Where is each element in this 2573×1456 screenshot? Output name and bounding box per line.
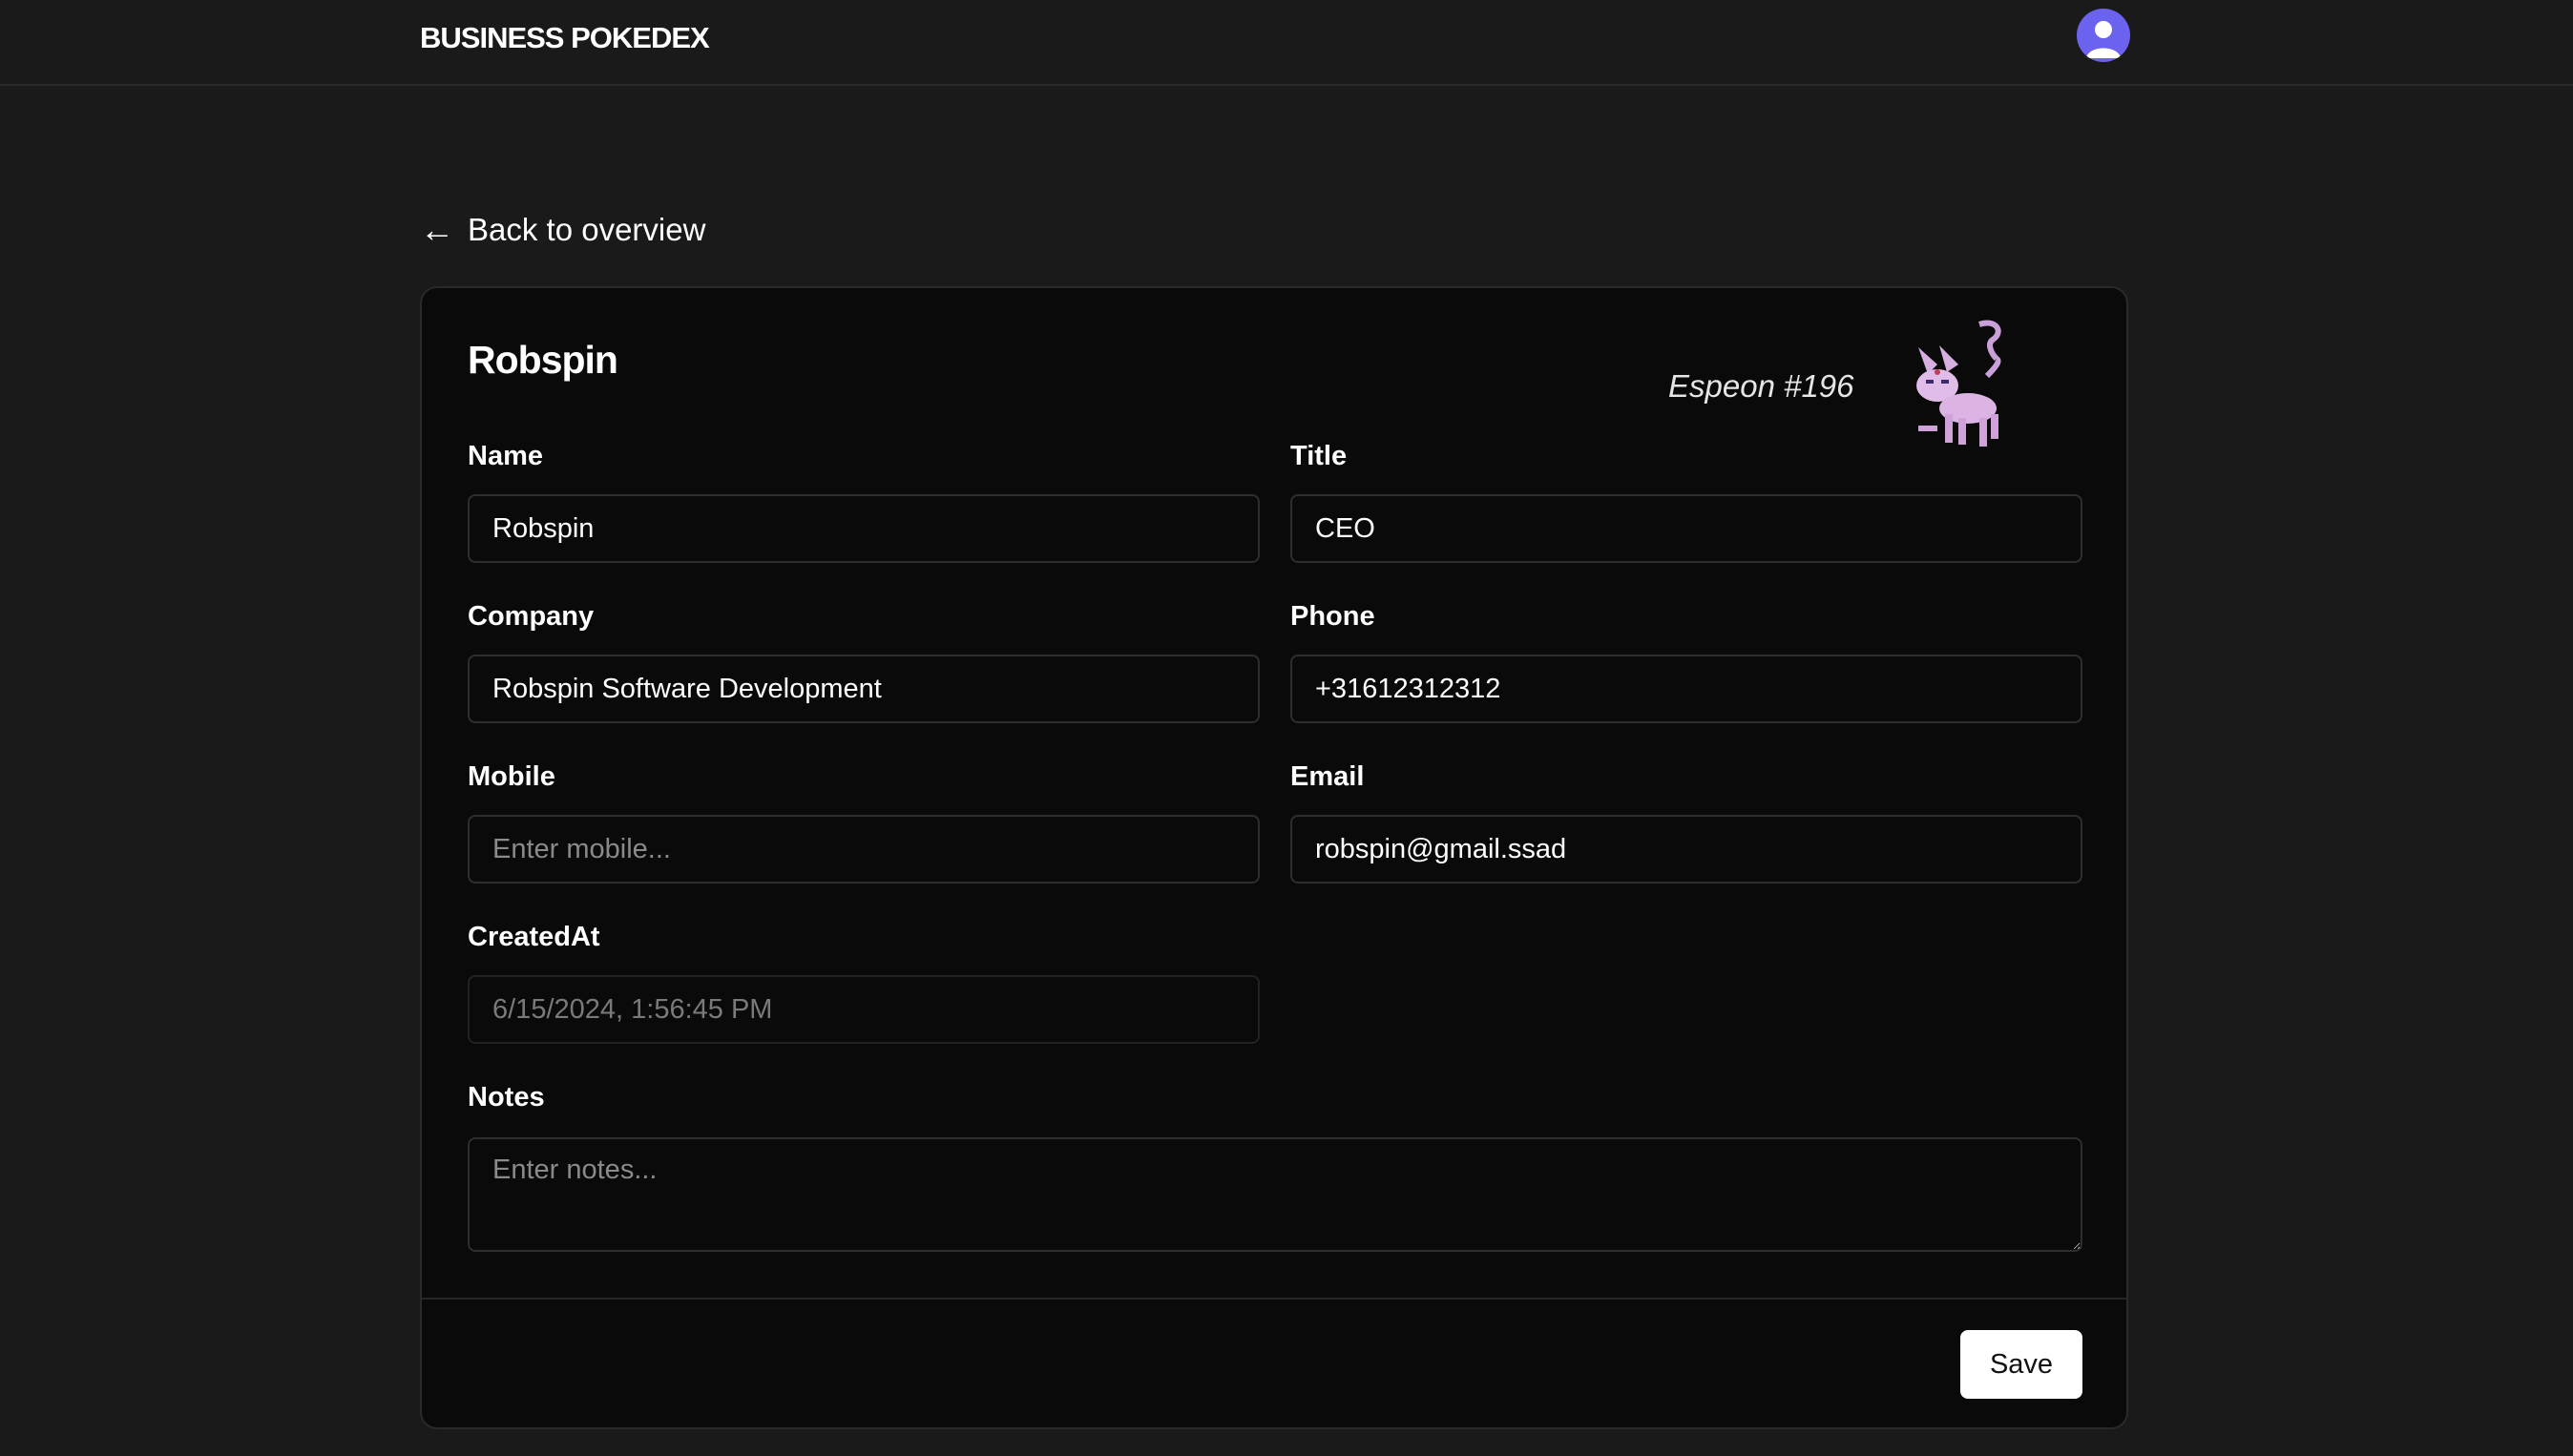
save-button[interactable]: Save	[1960, 1330, 2082, 1399]
back-to-overview-link[interactable]: ← Back to overview	[420, 212, 705, 248]
phone-label: Phone	[1290, 601, 1375, 632]
brand-logo-text[interactable]: BUSINESS POKEDEX	[420, 21, 710, 55]
back-link-label: Back to overview	[468, 212, 706, 247]
email-input[interactable]	[1290, 815, 2082, 884]
top-header: BUSINESS POKEDEX	[0, 0, 2573, 86]
title-input[interactable]	[1290, 494, 2082, 563]
card-title: Robspin	[468, 338, 618, 382]
pokemon-label: Espeon #196	[1668, 368, 1854, 404]
user-avatar-icon[interactable]	[2077, 9, 2130, 62]
notes-textarea[interactable]	[468, 1137, 2082, 1252]
mobile-input[interactable]	[468, 815, 1260, 884]
created-at-input	[468, 975, 1260, 1044]
name-label: Name	[468, 441, 543, 471]
card-footer-divider	[422, 1298, 2126, 1300]
email-label: Email	[1290, 761, 1365, 792]
phone-input[interactable]	[1290, 655, 2082, 723]
name-input[interactable]	[468, 494, 1260, 563]
company-label: Company	[468, 601, 595, 632]
mobile-label: Mobile	[468, 761, 555, 792]
arrow-left-icon: ←	[420, 210, 454, 249]
espeon-sprite-icon	[1916, 320, 2001, 447]
contact-card: Robspin Espeon #196 Name Title Company P…	[420, 286, 2128, 1429]
created-at-label: CreatedAt	[468, 922, 600, 952]
company-input[interactable]	[468, 655, 1260, 723]
title-label: Title	[1290, 441, 1348, 471]
notes-label: Notes	[468, 1082, 545, 1113]
